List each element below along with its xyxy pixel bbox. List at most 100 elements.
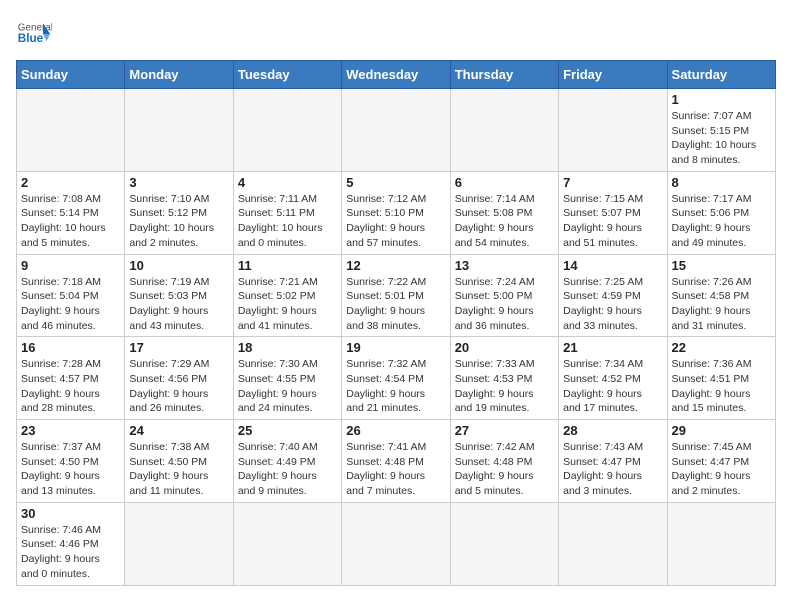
day-info: Sunrise: 7:17 AM Sunset: 5:06 PM Dayligh… — [672, 192, 771, 251]
calendar-cell: 6 Sunrise: 7:14 AM Sunset: 5:08 PM Daylig… — [450, 171, 558, 254]
day-number: 18 — [238, 340, 337, 355]
calendar-cell — [233, 89, 341, 172]
weekday-friday: Friday — [559, 61, 667, 89]
day-number: 15 — [672, 258, 771, 273]
day-number: 22 — [672, 340, 771, 355]
weekday-sunday: Sunday — [17, 61, 125, 89]
calendar-cell: 3Sunrise: 7:10 AM Sunset: 5:12 PM Daylig… — [125, 171, 233, 254]
calendar-cell: 15 Sunrise: 7:26 AM Sunset: 4:58 PM Dayli… — [667, 254, 775, 337]
calendar-cell: 14 Sunrise: 7:25 AM Sunset: 4:59 PM Dayli… — [559, 254, 667, 337]
calendar-cell: 24Sunrise: 7:38 AM Sunset: 4:50 PM Dayli… — [125, 420, 233, 503]
day-info: Sunrise: 7:08 AM Sunset: 5:14 PM Dayligh… — [21, 192, 120, 251]
day-info: Sunrise: 7:11 AM Sunset: 5:11 PM Dayligh… — [238, 192, 337, 251]
day-info: Sunrise: 7:36 AM Sunset: 4:51 PM Dayligh… — [672, 357, 771, 416]
day-info: Sunrise: 7:37 AM Sunset: 4:50 PM Dayligh… — [21, 440, 120, 499]
day-number: 20 — [455, 340, 554, 355]
day-number: 21 — [563, 340, 662, 355]
day-info: Sunrise: 7:28 AM Sunset: 4:57 PM Dayligh… — [21, 357, 120, 416]
calendar-week-3: 9 Sunrise: 7:18 AM Sunset: 5:04 PM Daylig… — [17, 254, 776, 337]
day-number: 5 — [346, 175, 445, 190]
calendar-cell: 16 Sunrise: 7:28 AM Sunset: 4:57 PM Dayli… — [17, 337, 125, 420]
day-info: Sunrise: 7:38 AM Sunset: 4:50 PM Dayligh… — [129, 440, 228, 499]
day-number: 25 — [238, 423, 337, 438]
day-number: 28 — [563, 423, 662, 438]
day-info: Sunrise: 7:42 AM Sunset: 4:48 PM Dayligh… — [455, 440, 554, 499]
day-number: 12 — [346, 258, 445, 273]
calendar-cell: 20 Sunrise: 7:33 AM Sunset: 4:53 PM Dayli… — [450, 337, 558, 420]
calendar-cell: 30 Sunrise: 7:46 AM Sunset: 4:46 PM Dayli… — [17, 502, 125, 585]
day-info: Sunrise: 7:29 AM Sunset: 4:56 PM Dayligh… — [129, 357, 228, 416]
day-number: 11 — [238, 258, 337, 273]
calendar-cell: 19Sunrise: 7:32 AM Sunset: 4:54 PM Dayli… — [342, 337, 450, 420]
svg-text:Blue: Blue — [18, 32, 44, 45]
calendar-cell: 23 Sunrise: 7:37 AM Sunset: 4:50 PM Dayli… — [17, 420, 125, 503]
day-number: 17 — [129, 340, 228, 355]
day-info: Sunrise: 7:21 AM Sunset: 5:02 PM Dayligh… — [238, 275, 337, 334]
calendar-cell — [450, 502, 558, 585]
calendar-cell: 27 Sunrise: 7:42 AM Sunset: 4:48 PM Dayli… — [450, 420, 558, 503]
calendar-cell: 9 Sunrise: 7:18 AM Sunset: 5:04 PM Daylig… — [17, 254, 125, 337]
day-number: 4 — [238, 175, 337, 190]
day-info: Sunrise: 7:46 AM Sunset: 4:46 PM Dayligh… — [21, 523, 120, 582]
calendar-week-4: 16 Sunrise: 7:28 AM Sunset: 4:57 PM Dayli… — [17, 337, 776, 420]
calendar-table: SundayMondayTuesdayWednesdayThursdayFrid… — [16, 60, 776, 586]
calendar-cell: 1 Sunrise: 7:07 AM Sunset: 5:15 PM Daylig… — [667, 89, 775, 172]
weekday-saturday: Saturday — [667, 61, 775, 89]
calendar-week-1: 1 Sunrise: 7:07 AM Sunset: 5:15 PM Daylig… — [17, 89, 776, 172]
calendar-cell — [450, 89, 558, 172]
day-number: 27 — [455, 423, 554, 438]
day-number: 1 — [672, 92, 771, 107]
calendar-cell: 18 Sunrise: 7:30 AM Sunset: 4:55 PM Dayli… — [233, 337, 341, 420]
calendar-cell — [125, 89, 233, 172]
calendar-cell: 4 Sunrise: 7:11 AM Sunset: 5:11 PM Daylig… — [233, 171, 341, 254]
day-info: Sunrise: 7:30 AM Sunset: 4:55 PM Dayligh… — [238, 357, 337, 416]
day-number: 29 — [672, 423, 771, 438]
day-number: 16 — [21, 340, 120, 355]
day-info: Sunrise: 7:26 AM Sunset: 4:58 PM Dayligh… — [672, 275, 771, 334]
calendar-cell: 22 Sunrise: 7:36 AM Sunset: 4:51 PM Dayli… — [667, 337, 775, 420]
weekday-monday: Monday — [125, 61, 233, 89]
day-info: Sunrise: 7:14 AM Sunset: 5:08 PM Dayligh… — [455, 192, 554, 251]
calendar-cell — [559, 502, 667, 585]
day-number: 30 — [21, 506, 120, 521]
calendar-cell: 13 Sunrise: 7:24 AM Sunset: 5:00 PM Dayli… — [450, 254, 558, 337]
day-number: 14 — [563, 258, 662, 273]
day-number: 19 — [346, 340, 445, 355]
day-number: 2 — [21, 175, 120, 190]
calendar-cell: 26Sunrise: 7:41 AM Sunset: 4:48 PM Dayli… — [342, 420, 450, 503]
day-info: Sunrise: 7:19 AM Sunset: 5:03 PM Dayligh… — [129, 275, 228, 334]
day-info: Sunrise: 7:07 AM Sunset: 5:15 PM Dayligh… — [672, 109, 771, 168]
calendar-cell: 29Sunrise: 7:45 AM Sunset: 4:47 PM Dayli… — [667, 420, 775, 503]
calendar-week-5: 23 Sunrise: 7:37 AM Sunset: 4:50 PM Dayli… — [17, 420, 776, 503]
day-info: Sunrise: 7:43 AM Sunset: 4:47 PM Dayligh… — [563, 440, 662, 499]
day-info: Sunrise: 7:24 AM Sunset: 5:00 PM Dayligh… — [455, 275, 554, 334]
calendar-cell — [342, 502, 450, 585]
calendar-cell: 17 Sunrise: 7:29 AM Sunset: 4:56 PM Dayli… — [125, 337, 233, 420]
day-number: 13 — [455, 258, 554, 273]
calendar-cell — [342, 89, 450, 172]
day-number: 6 — [455, 175, 554, 190]
day-number: 8 — [672, 175, 771, 190]
day-number: 23 — [21, 423, 120, 438]
calendar-week-6: 30 Sunrise: 7:46 AM Sunset: 4:46 PM Dayli… — [17, 502, 776, 585]
calendar-cell: 2 Sunrise: 7:08 AM Sunset: 5:14 PM Daylig… — [17, 171, 125, 254]
calendar-cell — [667, 502, 775, 585]
calendar-cell — [125, 502, 233, 585]
day-info: Sunrise: 7:22 AM Sunset: 5:01 PM Dayligh… — [346, 275, 445, 334]
calendar-cell: 5Sunrise: 7:12 AM Sunset: 5:10 PM Daylig… — [342, 171, 450, 254]
calendar-week-2: 2 Sunrise: 7:08 AM Sunset: 5:14 PM Daylig… — [17, 171, 776, 254]
day-info: Sunrise: 7:34 AM Sunset: 4:52 PM Dayligh… — [563, 357, 662, 416]
calendar-cell — [559, 89, 667, 172]
day-info: Sunrise: 7:18 AM Sunset: 5:04 PM Dayligh… — [21, 275, 120, 334]
day-number: 9 — [21, 258, 120, 273]
calendar-cell: 7Sunrise: 7:15 AM Sunset: 5:07 PM Daylig… — [559, 171, 667, 254]
day-info: Sunrise: 7:15 AM Sunset: 5:07 PM Dayligh… — [563, 192, 662, 251]
day-info: Sunrise: 7:25 AM Sunset: 4:59 PM Dayligh… — [563, 275, 662, 334]
calendar-cell: 12 Sunrise: 7:22 AM Sunset: 5:01 PM Dayli… — [342, 254, 450, 337]
weekday-tuesday: Tuesday — [233, 61, 341, 89]
day-number: 10 — [129, 258, 228, 273]
day-info: Sunrise: 7:33 AM Sunset: 4:53 PM Dayligh… — [455, 357, 554, 416]
weekday-thursday: Thursday — [450, 61, 558, 89]
calendar-cell: 11 Sunrise: 7:21 AM Sunset: 5:02 PM Dayli… — [233, 254, 341, 337]
day-info: Sunrise: 7:40 AM Sunset: 4:49 PM Dayligh… — [238, 440, 337, 499]
